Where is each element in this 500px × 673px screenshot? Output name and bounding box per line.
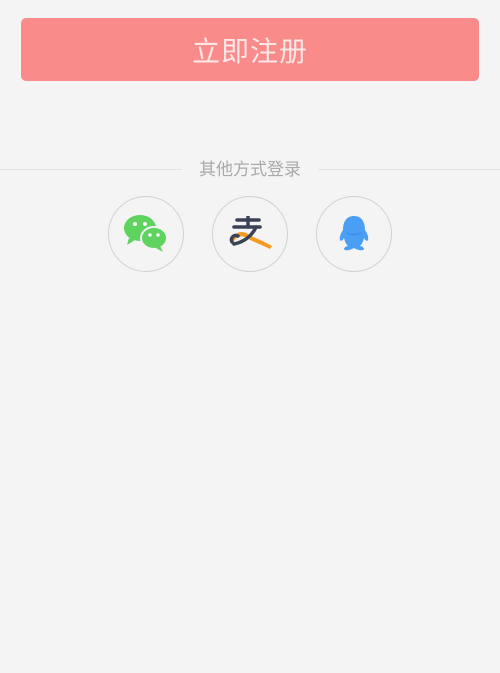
alipay-login-button[interactable] [212, 196, 288, 272]
divider-line-right [318, 169, 500, 170]
qq-icon [339, 216, 369, 251]
wechat-icon [124, 215, 168, 252]
other-login-label: 其他方式登录 [199, 160, 301, 180]
divider-line-left [0, 169, 182, 170]
qq-login-button[interactable] [316, 196, 392, 272]
social-login-row [0, 196, 500, 272]
alipay-icon [229, 216, 272, 249]
other-login-divider: 其他方式登录 [0, 158, 500, 182]
wechat-login-button[interactable] [108, 196, 184, 272]
register-button[interactable]: 立即注册 [21, 18, 479, 81]
register-button-label: 立即注册 [191, 34, 308, 68]
